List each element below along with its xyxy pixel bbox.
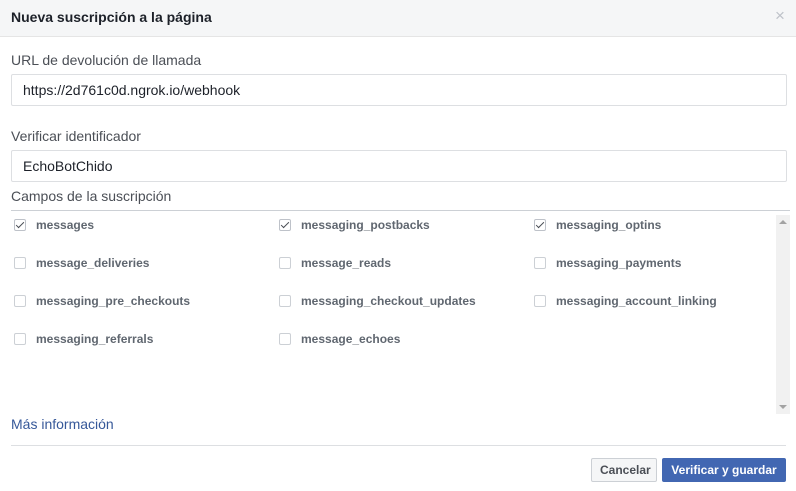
field-checkbox[interactable] (534, 295, 546, 307)
field-item-messaging-payments[interactable]: messaging_payments (534, 255, 681, 271)
field-item-messaging-pre-checkouts[interactable]: messaging_pre_checkouts (14, 293, 190, 309)
field-checkbox[interactable] (14, 333, 26, 345)
field-item-message-deliveries[interactable]: message_deliveries (14, 255, 149, 271)
field-checkbox[interactable] (534, 219, 546, 231)
dialog-header: Nueva suscripción a la página × (0, 0, 796, 37)
verify-token-input[interactable] (11, 150, 787, 182)
field-item-message-reads[interactable]: message_reads (279, 255, 391, 271)
fields-scrollbar[interactable] (776, 215, 790, 414)
field-item-message-echoes[interactable]: message_echoes (279, 331, 400, 347)
cancel-button[interactable]: Cancelar (591, 458, 657, 482)
field-item-messaging-optins[interactable]: messaging_optins (534, 217, 661, 233)
field-checkbox[interactable] (279, 333, 291, 345)
field-label: messages (36, 218, 95, 232)
field-item-messages[interactable]: messages (14, 217, 94, 233)
field-label: messaging_postbacks (301, 218, 430, 232)
verify-token-label: Verificar identificador (11, 128, 141, 144)
footer-divider (11, 445, 786, 446)
field-item-messaging-account-linking[interactable]: messaging_account_linking (534, 293, 717, 309)
subscription-fields-list: messages messaging_postbacks messaging_o… (11, 210, 790, 414)
field-checkbox[interactable] (14, 295, 26, 307)
field-label: messaging_checkout_updates (301, 294, 476, 308)
field-checkbox[interactable] (14, 219, 26, 231)
field-label: messaging_pre_checkouts (36, 294, 191, 308)
field-checkbox[interactable] (534, 257, 546, 269)
field-checkbox[interactable] (279, 257, 291, 269)
field-label: messaging_payments (556, 256, 682, 270)
field-item-messaging-postbacks[interactable]: messaging_postbacks (279, 217, 430, 233)
subscription-fields-label: Campos de la suscripción (11, 188, 172, 204)
field-label: message_echoes (301, 332, 401, 346)
dialog-title: Nueva suscripción a la página (11, 9, 212, 25)
verify-and-save-button[interactable]: Verificar y guardar (662, 458, 786, 482)
field-item-messaging-checkout-updates[interactable]: messaging_checkout_updates (279, 293, 476, 309)
scroll-up-icon[interactable] (779, 220, 787, 224)
field-item-messaging-referrals[interactable]: messaging_referrals (14, 331, 153, 347)
field-checkbox[interactable] (14, 257, 26, 269)
field-label: messaging_referrals (36, 332, 154, 346)
field-checkbox[interactable] (279, 219, 291, 231)
close-icon[interactable]: × (773, 7, 787, 24)
field-label: messaging_account_linking (556, 294, 717, 308)
callback-url-label: URL de devolución de llamada (11, 52, 202, 68)
field-checkbox[interactable] (279, 295, 291, 307)
field-label: messaging_optins (556, 218, 662, 232)
field-label: message_deliveries (36, 256, 150, 270)
scroll-down-icon[interactable] (779, 405, 787, 409)
callback-url-input[interactable] (11, 74, 787, 106)
field-label: message_reads (301, 256, 392, 270)
more-info-link[interactable]: Más información (11, 416, 114, 432)
